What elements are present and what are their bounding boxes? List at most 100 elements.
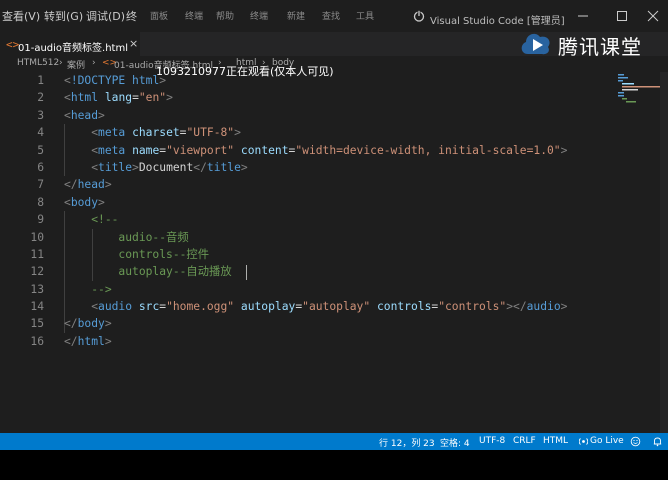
code-punctuation-token: > [166,91,173,105]
code-punctuation-token: < [91,160,99,174]
feedback-smiley-icon[interactable] [630,436,641,447]
code-line[interactable]: 14 <audio src="home.ogg" autoplay="autop… [0,298,610,315]
code-tag-token: body [70,195,99,209]
code-line[interactable]: 16 </html> [0,333,610,350]
maximize-icon[interactable] [607,6,637,26]
status-eol[interactable]: CRLF [513,436,536,446]
code-line[interactable]: 3 <head> [0,107,610,124]
code-line[interactable]: 13 --> [0,281,610,298]
breadcrumb-separator: › [59,58,63,68]
status-language[interactable]: HTML [543,436,568,446]
code-string-token: "UTF-8" [186,126,235,140]
code-punctuation-token: > [104,334,112,348]
code-lines: 1 <!DOCTYPE html> 2 <html lang="en"> 3 <head>… [0,72,610,350]
code-line[interactable]: 9 <!-- [0,211,610,228]
line-number: 13 [30,282,44,296]
line-source: <!-- [64,211,118,228]
code-tag-token: meta [98,126,126,140]
code-tag-token: audio [98,300,133,314]
menu-goto[interactable]: 转到(G) [44,8,83,24]
status-indentation[interactable]: 空格: 4 [440,436,470,449]
line-number: 5 [37,143,44,157]
code-comment-token: audio--音频 [118,230,189,244]
line-source: </body> [64,315,112,332]
code-line[interactable]: 10 audio--音频 [0,229,610,246]
code-punctuation-token: > [104,317,112,331]
line-number: 9 [37,213,44,227]
line-number: 8 [37,195,44,209]
code-attribute-token: content [240,143,289,157]
code-line[interactable]: 6 <title>Document</title> [0,159,610,176]
vertical-scrollbar[interactable] [660,72,668,433]
code-string-token: "en" [138,91,167,105]
breadcrumb-item-folder[interactable]: HTML512 [17,58,59,68]
line-number: 12 [30,265,44,279]
code-line[interactable]: 7 </head> [0,176,610,193]
code-line[interactable]: 8 <body> [0,194,610,211]
notifications-bell-icon[interactable] [652,436,663,447]
code-line[interactable]: 12 autoplay--自动播放 [0,263,610,280]
menu-blur-2: 终端 [185,12,204,22]
code-line[interactable]: 15 </body> [0,315,610,332]
code-tag-token: head [70,108,99,122]
line-source: autoplay--自动播放 [64,263,232,280]
menu-blur-4: 终端 [250,12,269,22]
close-window-icon[interactable] [638,6,668,26]
code-attribute-token: charset [132,126,180,140]
power-icon [413,10,425,22]
code-punctuation-token: > [240,160,248,174]
menu-debug[interactable]: 调试(D) [86,8,125,24]
line-number: 6 [37,160,44,174]
breadcrumb: HTML512 › 案例 › <> 01-audio音频标签.html › ht… [0,56,668,72]
code-string-token: "width=device-width, initial-scale=1.0" [295,143,561,157]
code-comment-token: --> [91,282,112,296]
line-source: <body> [64,194,105,211]
code-attribute-token: controls [376,300,432,314]
code-tag-token: head [77,178,105,192]
tencent-classroom-logo: 腾讯课堂 [518,28,668,59]
code-line[interactable]: 11 controls--控件 [0,246,610,263]
code-tag-token: html [70,91,99,105]
code-tag-token: title [98,160,133,174]
menu-blur-3: 帮助 [216,12,235,22]
line-source: controls--控件 [64,246,209,263]
bottom-black-bar [0,450,668,480]
code-punctuation-token: > [98,108,105,122]
breadcrumb-separator: › [92,58,96,68]
code-punctuation-token: </ [193,160,207,174]
code-punctuation-token: > [234,126,241,140]
line-number: 11 [30,247,44,261]
status-cursor-position[interactable]: 行 12，列 23 [379,436,435,449]
menu-blur-1: 面板 [150,12,169,22]
code-comment-token: autoplay--自动播放 [118,265,232,279]
status-encoding[interactable]: UTF-8 [479,436,505,446]
code-attribute-token: lang [104,91,133,105]
minimize-icon[interactable] [568,6,598,26]
go-live-button[interactable]: Go Live [590,436,624,446]
code-string-token: "home.ogg" [166,300,235,314]
line-source: audio--音频 [64,229,189,246]
breadcrumb-item-subfolder[interactable]: 案例 [67,58,85,71]
line-number: 14 [30,300,44,314]
line-source: <head> [64,107,105,124]
code-editor[interactable]: 1 <!DOCTYPE html> 2 <html lang="en"> 3 <head>… [0,72,668,433]
code-line[interactable]: 4 <meta charset="UTF-8"> [0,124,610,141]
code-line[interactable]: 5 <meta name="viewport" content="width=d… [0,142,610,159]
code-punctuation-token: </ [64,317,78,331]
menu-view[interactable]: 查看(V) [2,8,40,24]
code-attribute-token: name [132,143,160,157]
tab-close-icon[interactable]: × [129,37,138,50]
tab-audio-html[interactable]: <> 01-audio音频标签.html × [0,32,140,56]
menu-terminal[interactable]: 终 [126,8,137,24]
text-cursor [246,265,247,280]
code-line[interactable]: 2 <html lang="en"> [0,89,610,106]
